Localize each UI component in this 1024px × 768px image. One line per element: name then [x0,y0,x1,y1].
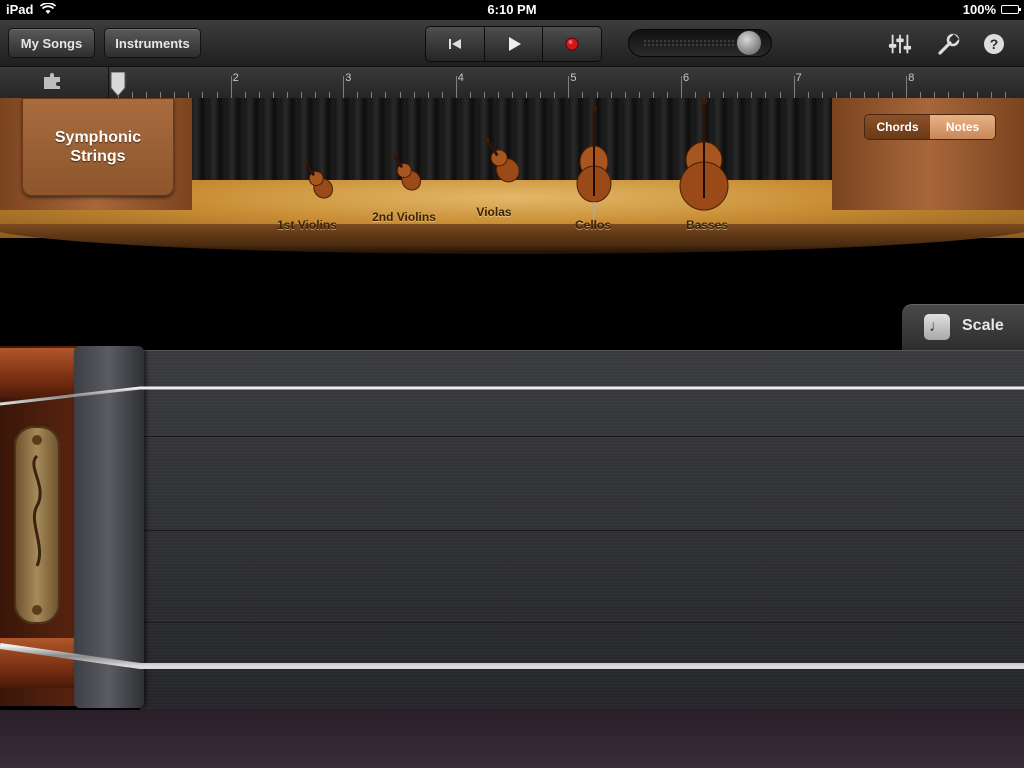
timeline-ruler[interactable]: 12345678 [0,67,1024,99]
garageband-strings-screen: iPad 6:10 PM 100% My Songs Instruments ?… [0,0,1024,768]
string-fingerboard[interactable] [0,346,1024,768]
ruler-tick [793,76,795,98]
puzzle-piece-icon [44,73,60,89]
battery-percent: 100% [962,2,996,17]
ruler-bar-number: 6 [683,72,690,84]
chords-notes-toggle[interactable]: Chords Notes [864,114,996,140]
second-violins-instrument[interactable] [380,148,432,203]
instruments-button[interactable]: Instruments [104,28,201,58]
ruler-tick [455,76,457,98]
scale-button[interactable]: ♩ Scale [902,304,1024,350]
cellos-instrument[interactable] [574,106,614,223]
top-toolbar: My Songs Instruments ? [0,20,1024,67]
section-label-cellos: Cellos [574,218,611,232]
mixer-icon[interactable] [888,32,912,56]
battery-icon [1001,5,1021,14]
ruler-tick [343,76,345,98]
svg-text:?: ? [990,36,999,52]
ruler-bar-number: 8 [908,72,915,84]
ruler-tick [568,76,570,98]
help-icon[interactable]: ? [982,32,1006,56]
transport-controls [425,26,602,62]
notes-option[interactable]: Notes [930,115,995,139]
ruler-tick [681,76,682,98]
section-label-violas: Violas [476,205,512,219]
string-4[interactable] [0,643,1024,669]
ruler-bar-number: 2 [232,72,239,84]
cello-icon [576,106,612,218]
orchestra-stage: Symphonic Strings Chords Notes 1st Violi… [0,98,1024,263]
section-label-basses: Basses [685,218,729,232]
ruler-tick [230,76,232,98]
string-1[interactable] [0,386,1024,406]
wrench-icon[interactable] [937,32,961,56]
instrument-name-plate[interactable]: Symphonic Strings [22,98,174,196]
status-bar: iPad 6:10 PM 100% [0,0,1024,20]
my-songs-button[interactable]: My Songs [8,28,95,58]
violin-icon [390,152,422,191]
chords-option[interactable]: Chords [865,115,930,139]
ruler-bar-number: 3 [345,72,352,84]
music-note-icon: ♩ [924,314,950,340]
bottom-felt [0,710,1024,768]
ruler-tick [906,76,908,98]
double-bass-icon [679,98,729,211]
ruler-bar-number: 5 [570,72,577,84]
playhead[interactable] [110,72,126,98]
first-violins-instrument[interactable] [292,156,344,211]
ruler-settings[interactable] [0,67,109,98]
volume-knob[interactable] [735,30,762,56]
stage-edge [0,224,1024,254]
strings-layer [0,386,1024,669]
violas-instrument[interactable] [472,132,532,197]
ruler-bar-number: 4 [457,72,464,84]
play-icon [508,37,521,51]
clock: 6:10 PM [487,2,537,17]
violin-icon [302,160,334,199]
record-icon [565,37,579,51]
rewind-icon [448,39,461,49]
rewind-button[interactable] [426,27,485,61]
record-button[interactable] [543,27,601,61]
scale-label: Scale [962,317,1004,334]
ruler-bar-number: 7 [795,72,802,84]
basses-instrument[interactable] [678,98,730,221]
viola-icon [483,136,520,183]
master-volume-slider[interactable] [628,29,772,57]
play-button[interactable] [485,27,544,61]
